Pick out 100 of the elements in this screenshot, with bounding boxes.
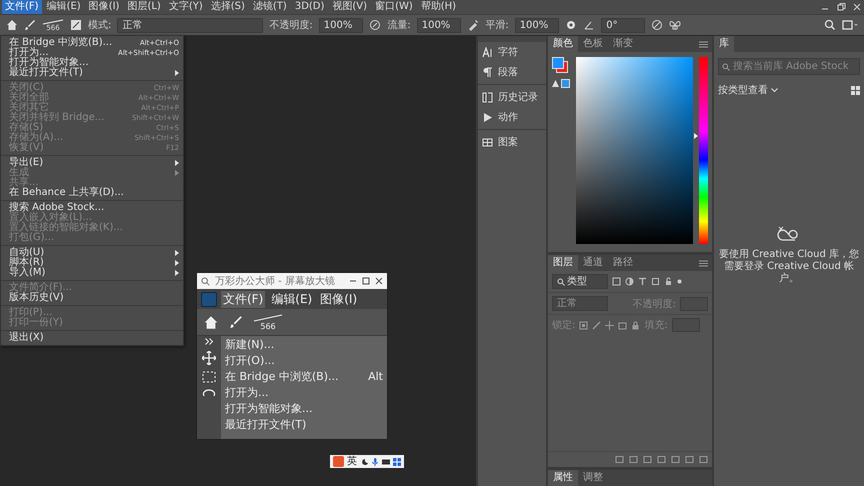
panel-tab[interactable]: 色板 xyxy=(578,36,608,52)
menu-item[interactable]: 打开为... xyxy=(225,385,383,401)
search-icon xyxy=(201,276,210,286)
opacity-field[interactable]: 100% xyxy=(318,18,364,32)
menu-item[interactable]: 编辑(E) xyxy=(44,0,84,14)
panel-menu-icon[interactable] xyxy=(699,260,708,266)
marquee-tool-icon[interactable] xyxy=(202,371,216,383)
gamut-swatch[interactable] xyxy=(561,79,570,88)
panel-tab[interactable]: 路径 xyxy=(608,255,638,271)
settings-icon[interactable] xyxy=(565,19,578,31)
menu-item[interactable]: 选择(S) xyxy=(208,0,248,14)
menu-item[interactable]: 新建(N)... xyxy=(225,337,383,353)
keyboard-icon[interactable] xyxy=(382,458,390,466)
adjustment-filter-icon[interactable] xyxy=(625,277,634,286)
grid-icon xyxy=(482,136,493,148)
menu-item[interactable]: 文件(F) xyxy=(221,290,266,308)
flow-field[interactable]: 100% xyxy=(416,18,462,32)
close-icon[interactable] xyxy=(375,277,383,285)
brush-panel-icon[interactable] xyxy=(70,19,82,31)
menu-item[interactable]: 图像(I) xyxy=(318,290,360,308)
menu-item[interactable]: 视图(V) xyxy=(329,0,370,14)
workspace-icon[interactable] xyxy=(842,19,858,31)
panel-menu-icon[interactable] xyxy=(699,40,708,48)
search-icon[interactable] xyxy=(824,19,836,31)
panel-tab[interactable]: 图层 xyxy=(548,255,578,271)
panel-tab[interactable]: 颜色 xyxy=(548,36,578,52)
menu-item[interactable]: 最近打开文件(T) xyxy=(1,68,183,78)
filter-toggle-icon[interactable] xyxy=(677,279,682,284)
brush-preset-picker[interactable]: 566 xyxy=(253,314,283,330)
home-icon[interactable] xyxy=(203,314,219,330)
menu-item[interactable]: 搜索 Adobe Stock... xyxy=(1,203,183,213)
panel-button[interactable]: 动作 xyxy=(478,107,546,127)
menu-item[interactable]: 3D(D) xyxy=(292,0,328,14)
menu-item[interactable]: 打开为智能对象... xyxy=(225,401,383,417)
angle-field[interactable]: 0° xyxy=(601,18,646,32)
ime-logo-icon xyxy=(333,456,344,467)
search-icon xyxy=(722,62,730,70)
butterfly-icon[interactable] xyxy=(669,19,682,31)
menu-item[interactable]: 退出(X) xyxy=(1,333,183,343)
menu-item[interactable]: 版本历史(V) xyxy=(1,293,183,303)
move-lock-icon[interactable] xyxy=(605,320,614,330)
lock-icon[interactable] xyxy=(631,320,640,330)
menu-item[interactable]: 打开(O)... xyxy=(225,353,383,369)
panel-tab[interactable]: 属性 xyxy=(548,470,578,486)
move-tool-icon[interactable] xyxy=(202,351,216,365)
lasso-tool-icon[interactable] xyxy=(202,389,216,397)
input-mode-toggle[interactable]: 英 xyxy=(347,456,357,468)
menu-item[interactable]: 窗口(W) xyxy=(372,0,416,14)
brush-icon[interactable] xyxy=(229,315,243,329)
smoothing-label: 平滑: xyxy=(485,19,509,32)
menu-item[interactable]: 编辑(E) xyxy=(269,290,314,308)
panel-tab[interactable]: 通道 xyxy=(578,255,608,271)
microphone-icon[interactable] xyxy=(371,458,379,466)
lock-pixels-icon[interactable] xyxy=(579,320,588,330)
maximize-icon[interactable] xyxy=(362,277,370,285)
view-by-type-dropdown[interactable]: 按类型查看 xyxy=(718,83,768,97)
restore-icon[interactable] xyxy=(836,2,846,12)
filter-dropdown[interactable]: 类型 xyxy=(552,274,608,289)
menu-item[interactable]: 文件(F) xyxy=(2,0,42,14)
color-swatches[interactable] xyxy=(552,57,568,73)
menu-item[interactable]: 在 Behance 上共享(D)... xyxy=(1,188,183,198)
panel-tab[interactable]: 调整 xyxy=(578,470,608,486)
pressure-icon[interactable] xyxy=(369,19,382,31)
grid-view-icon[interactable] xyxy=(851,86,860,94)
expand-icon[interactable] xyxy=(204,338,214,345)
smart-object-filter-icon[interactable] xyxy=(664,277,673,286)
menu-item[interactable]: 打开为智能对象... xyxy=(1,58,183,68)
menu-item[interactable]: 最近打开文件(T) xyxy=(225,417,383,433)
menu-item[interactable]: 导入(M) xyxy=(1,268,183,278)
menu-item[interactable]: 脚本(R) xyxy=(1,258,183,268)
menu-item[interactable]: 图层(L) xyxy=(124,0,164,14)
airbrush-icon[interactable] xyxy=(467,19,480,31)
color-field[interactable] xyxy=(576,57,693,244)
menu-item[interactable]: 文字(Y) xyxy=(166,0,206,14)
menu-item[interactable]: 导出(E) xyxy=(1,158,183,168)
pressure-size-icon[interactable] xyxy=(651,19,664,31)
grid-icon[interactable] xyxy=(393,458,401,466)
moon-icon[interactable] xyxy=(360,458,368,466)
warning-icon xyxy=(552,80,559,87)
type-filter-icon[interactable] xyxy=(638,277,647,286)
panel-button[interactable]: 字符 xyxy=(478,42,546,62)
panel-button[interactable]: 图案 xyxy=(478,132,546,152)
brush-lock-icon[interactable] xyxy=(592,320,602,330)
panel-button[interactable]: 历史记录 xyxy=(478,87,546,107)
home-icon[interactable] xyxy=(6,19,18,31)
menu-item[interactable]: 在 Bridge 中浏览(B)... Alt xyxy=(225,369,383,385)
chevron-down-icon[interactable] xyxy=(771,88,778,92)
panel-button[interactable]: 段落 xyxy=(478,62,546,82)
brush-icon[interactable] xyxy=(24,19,36,31)
mode-dropdown[interactable]: 正常 xyxy=(117,18,264,32)
menu-item[interactable]: 图像(I) xyxy=(86,0,122,14)
blend-mode-dropdown[interactable]: 正常 xyxy=(552,296,608,311)
menu-item[interactable]: 帮助(H) xyxy=(418,0,460,14)
menu-item[interactable]: 滤镜(T) xyxy=(250,0,290,14)
search-icon xyxy=(557,278,565,286)
panel-tab[interactable]: 渐变 xyxy=(608,36,638,52)
menu-item[interactable]: 自动(U) xyxy=(1,248,183,258)
smoothing-field[interactable]: 100% xyxy=(514,18,560,32)
library-message: 要使用 Creative Cloud 库，您需要登录 Creative Cloud 帐户。 xyxy=(718,249,860,285)
panel-tab[interactable]: 库 xyxy=(714,36,734,52)
